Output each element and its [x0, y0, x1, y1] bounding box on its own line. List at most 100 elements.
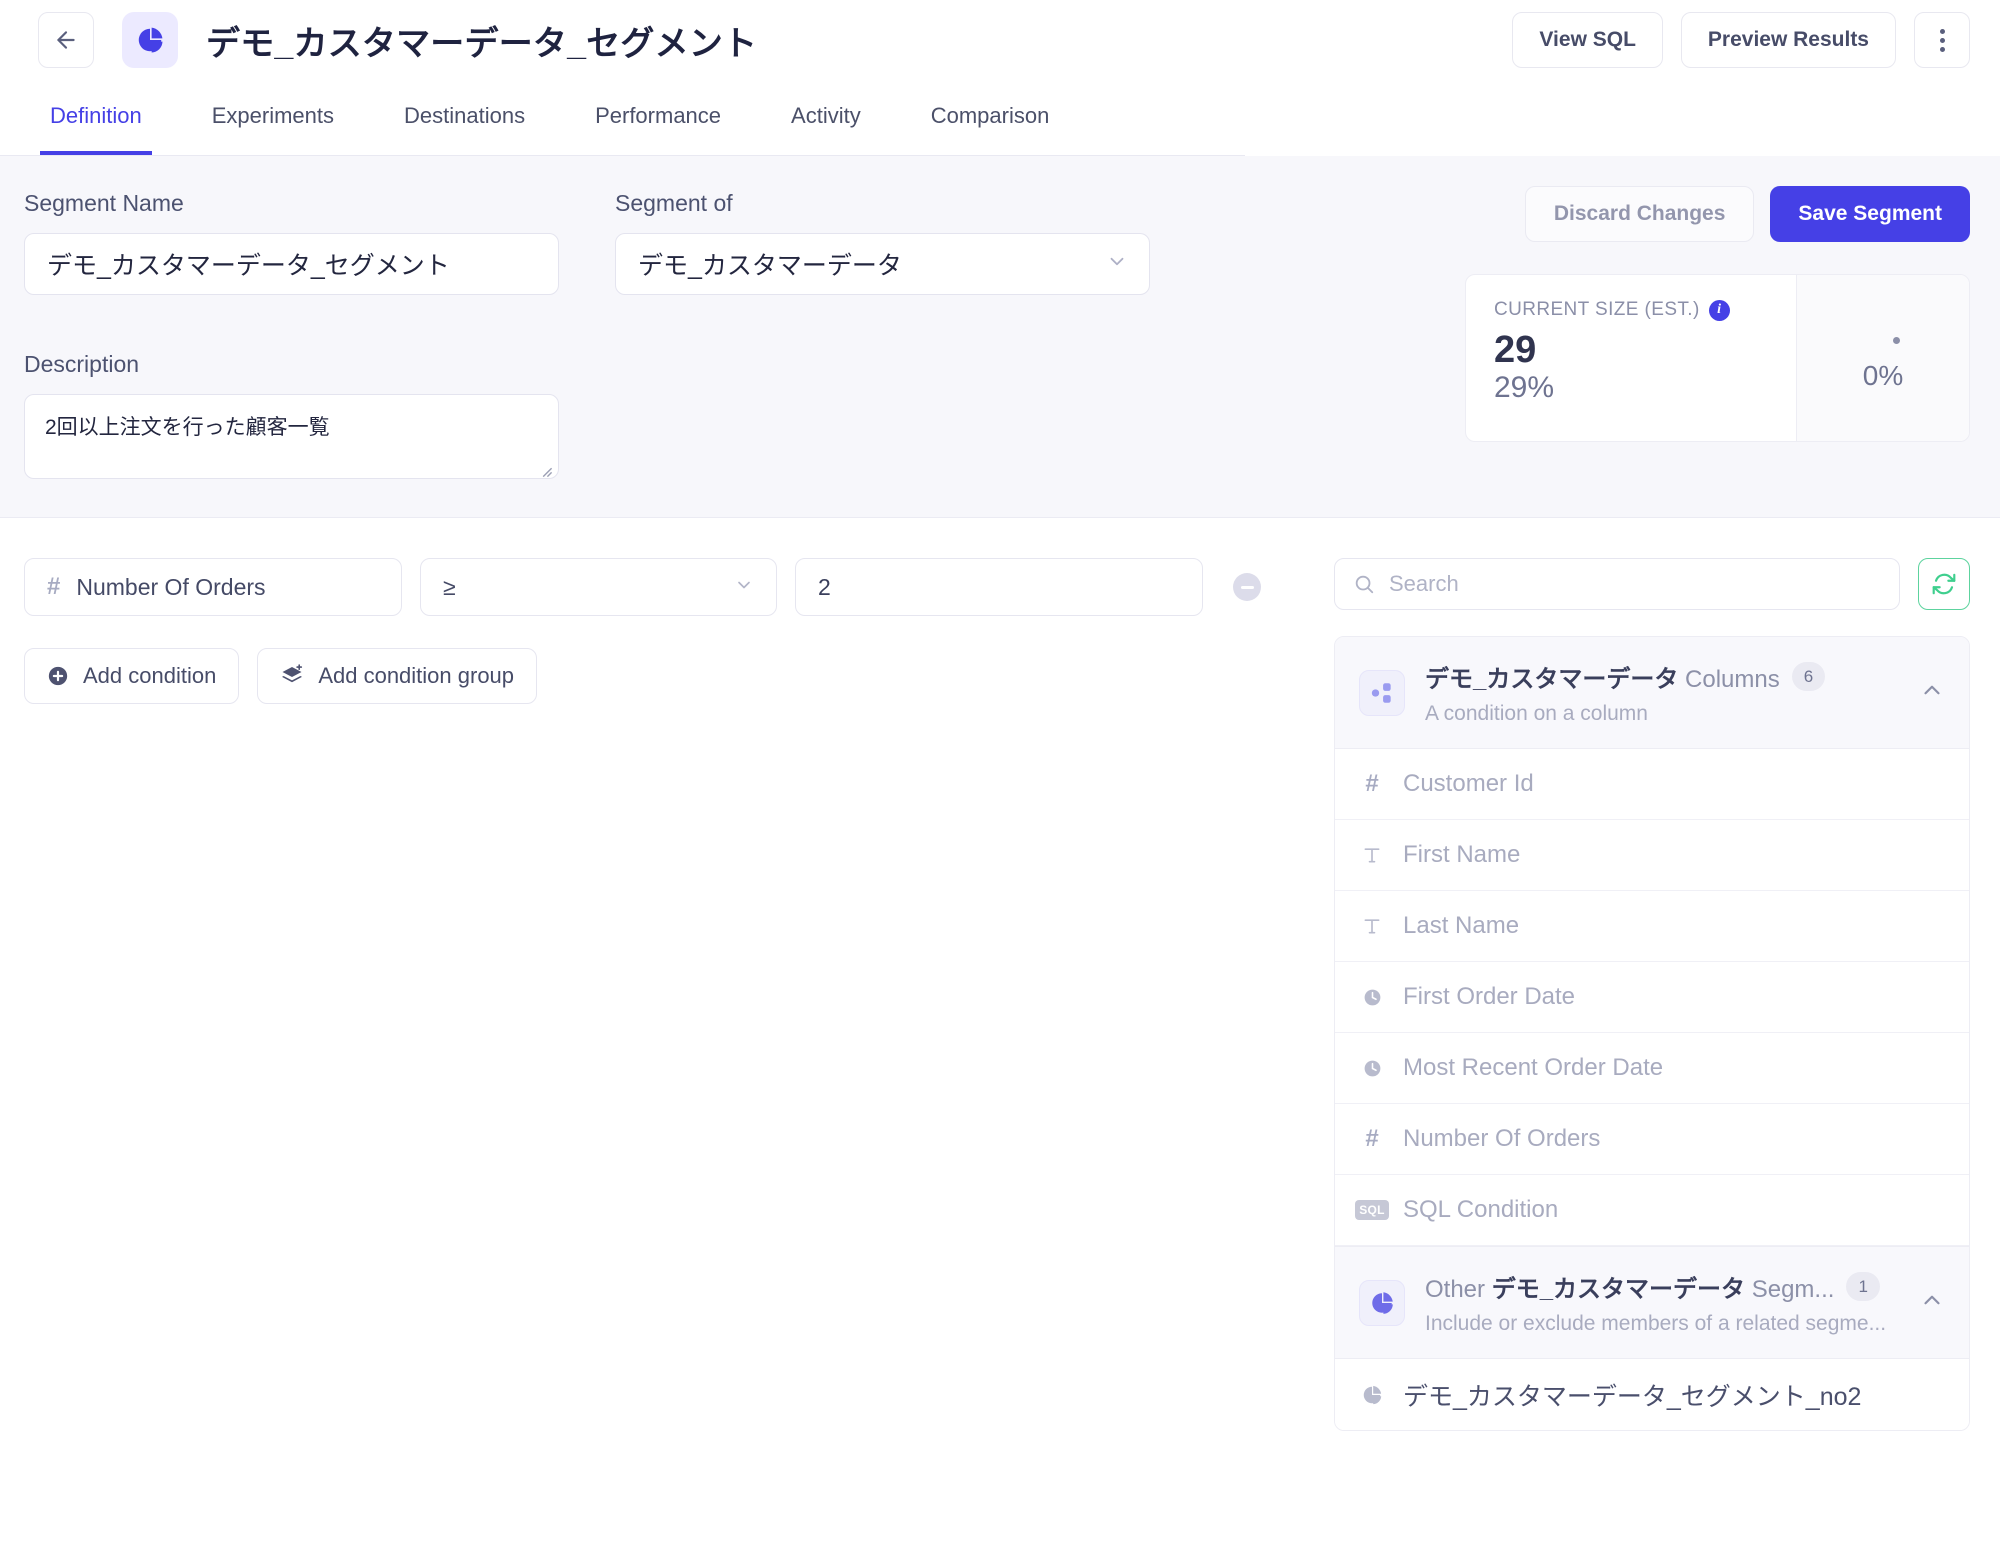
list-item[interactable]: # Customer Id	[1335, 749, 1969, 820]
columns-group-subtitle: A condition on a column	[1425, 702, 1648, 725]
sql-icon: SQL	[1355, 1200, 1389, 1220]
back-button[interactable]	[38, 12, 94, 68]
tab-comparison[interactable]: Comparison	[921, 80, 1060, 155]
segment-of-select[interactable]	[615, 233, 1150, 295]
list-item[interactable]: デモ_カスタマーデータ_セグメント_no2	[1335, 1359, 1969, 1430]
segment-name-field-group: Segment Name	[24, 190, 559, 295]
clock-icon	[1359, 987, 1385, 1008]
segments-group-count: 1	[1846, 1271, 1880, 1302]
segments-group-prefix: Other	[1425, 1276, 1492, 1303]
app-header: デモ_カスタマーデータ_セグメント View SQL Preview Resul…	[0, 0, 2000, 80]
list-item[interactable]: First Name	[1335, 820, 1969, 891]
search-input[interactable]	[1389, 571, 1881, 597]
segment-of-field-group: Segment of	[615, 190, 1150, 295]
kebab-dot-icon	[1939, 46, 1945, 52]
segment-of-label: Segment of	[615, 190, 733, 216]
info-icon[interactable]: i	[1708, 299, 1730, 321]
condition-value-input[interactable]: 2	[795, 558, 1203, 616]
tab-definition[interactable]: Definition	[40, 80, 152, 155]
view-sql-button[interactable]: View SQL	[1512, 12, 1663, 68]
current-size-caption-text: CURRENT SIZE (EST.)	[1494, 299, 1700, 320]
condition-attribute-select[interactable]: # Number Of Orders	[24, 558, 402, 616]
condition-row: # Number Of Orders ≥ 2	[24, 558, 1304, 616]
text-type-icon	[1359, 845, 1385, 865]
list-item-label: Customer Id	[1403, 770, 1534, 797]
list-item[interactable]: First Order Date	[1335, 962, 1969, 1033]
refresh-icon	[1932, 573, 1956, 595]
pie-chart-icon	[1359, 1384, 1385, 1406]
description-label: Description	[24, 351, 140, 377]
add-condition-group-label: Add condition group	[318, 663, 515, 688]
segment-builder: # Number Of Orders ≥ 2 Add condition Add…	[0, 518, 2000, 1551]
columns-group-title-text: デモ_カスタマーデータ Columns	[1425, 659, 1780, 694]
current-size-percent: 29%	[1494, 370, 1555, 404]
tab-activity[interactable]: Activity	[781, 80, 871, 155]
preview-results-button[interactable]: Preview Results	[1680, 12, 1896, 68]
columns-group-panel: デモ_カスタマーデータ Columns 6 A condition on a c…	[1334, 636, 1970, 1431]
segments-group-title-text: Other デモ_カスタマーデータ Segm...	[1425, 1269, 1834, 1304]
discard-changes-button[interactable]: Discard Changes	[1524, 186, 1755, 242]
list-item-label: First Name	[1403, 841, 1521, 868]
current-size-primary: CURRENT SIZE (EST.) i 29 29%	[1466, 275, 1797, 441]
add-condition-button[interactable]: Add condition	[24, 648, 240, 704]
columns-group-count: 6	[1791, 661, 1826, 692]
chevron-up-icon[interactable]	[1919, 677, 1945, 708]
segment-form-section: Segment Name Segment of Description 2回以上…	[0, 156, 2000, 518]
more-options-button[interactable]	[1914, 12, 1970, 68]
condition-operator-label: ≥	[443, 573, 456, 600]
sparkline-point-icon	[1893, 337, 1900, 344]
list-item-label: デモ_カスタマーデータ_セグメント_no2	[1403, 1382, 1862, 1411]
add-condition-group-button[interactable]: Add condition group	[257, 648, 538, 704]
chevron-up-icon[interactable]	[1919, 1287, 1945, 1318]
refresh-button[interactable]	[1918, 558, 1970, 610]
text-type-icon	[1359, 916, 1385, 936]
picker-search-row	[1334, 558, 1970, 610]
segments-group-suffix: Segm...	[1745, 1276, 1835, 1303]
segment-name-input[interactable]	[24, 233, 559, 295]
current-size-card: CURRENT SIZE (EST.) i 29 29% 0%	[1465, 274, 1970, 442]
current-size-caption: CURRENT SIZE (EST.) i	[1494, 299, 1770, 321]
list-item[interactable]: # Number Of Orders	[1335, 1104, 1969, 1175]
tab-destinations[interactable]: Destinations	[394, 80, 535, 155]
list-item[interactable]: Last Name	[1335, 891, 1969, 962]
segments-group-source: デモ_カスタマーデータ	[1491, 1276, 1746, 1303]
save-segment-button[interactable]: Save Segment	[1770, 186, 1970, 242]
kebab-dot-icon	[1939, 28, 1945, 34]
condition-operator-select[interactable]: ≥	[420, 558, 777, 616]
list-item-label: SQL Condition	[1403, 1196, 1559, 1223]
clock-icon	[1359, 1058, 1385, 1079]
columns-group-text: デモ_カスタマーデータ Columns 6 A condition on a c…	[1425, 659, 1899, 726]
number-type-icon: #	[47, 573, 61, 600]
segments-group-header[interactable]: Other デモ_カスタマーデータ Segm... 1 Include or e…	[1335, 1246, 1969, 1359]
columns-group-header[interactable]: デモ_カスタマーデータ Columns 6 A condition on a c…	[1335, 637, 1969, 749]
search-box[interactable]	[1334, 558, 1900, 610]
chevron-down-icon	[734, 574, 754, 601]
nodes-icon	[1359, 669, 1405, 716]
current-size-value: 29	[1494, 329, 1537, 371]
trend-percent: 0%	[1862, 360, 1904, 391]
condition-attribute-label: Number Of Orders	[76, 573, 266, 600]
description-textarea[interactable]: 2回以上注文を行った顧客一覧	[24, 394, 559, 479]
arrow-left-icon	[57, 31, 75, 49]
segment-pie-chart-icon	[122, 12, 178, 68]
segment-name-label: Segment Name	[24, 190, 184, 216]
list-item-label: Most Recent Order Date	[1403, 1054, 1664, 1081]
list-item-label: Last Name	[1403, 912, 1520, 939]
search-icon	[1355, 575, 1374, 594]
layers-plus-icon	[282, 664, 303, 683]
number-type-icon: #	[1365, 770, 1379, 797]
number-type-icon: #	[1365, 1125, 1379, 1152]
remove-condition-button[interactable]	[1233, 573, 1261, 601]
columns-group-title: デモ_カスタマーデータ Columns 6	[1425, 659, 1899, 694]
segments-group-title: Other デモ_カスタマーデータ Segm... 1	[1425, 1269, 1899, 1304]
list-item-label: First Order Date	[1403, 983, 1576, 1010]
list-item[interactable]: Most Recent Order Date	[1335, 1033, 1969, 1104]
segment-of-value[interactable]	[615, 233, 1150, 295]
columns-group-source: デモ_カスタマーデータ	[1425, 666, 1679, 693]
tab-experiments[interactable]: Experiments	[202, 80, 344, 155]
list-item[interactable]: SQL SQL Condition	[1335, 1175, 1969, 1246]
conditions-area: # Number Of Orders ≥ 2 Add condition Add…	[24, 558, 1304, 1551]
page-title: デモ_カスタマーデータ_セグメント	[206, 24, 758, 63]
tab-performance[interactable]: Performance	[585, 80, 731, 155]
current-size-trend: 0%	[1797, 275, 1969, 441]
